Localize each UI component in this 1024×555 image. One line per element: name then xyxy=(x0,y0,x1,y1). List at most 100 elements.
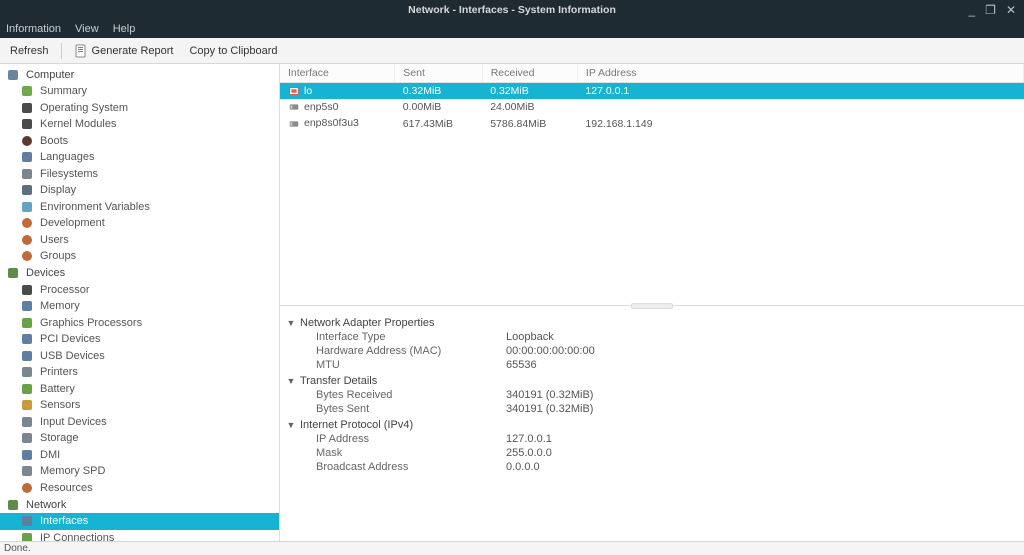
detail-key: IP Address xyxy=(316,433,506,445)
sidebar-item-label: Interfaces xyxy=(40,515,88,527)
storage-icon xyxy=(20,431,34,445)
sidebar-category-label: Network xyxy=(26,499,66,511)
detail-key: Hardware Address (MAC) xyxy=(316,345,506,357)
summary-icon xyxy=(20,84,34,98)
sidebar-category-computer[interactable]: Computer xyxy=(0,66,279,83)
menu-information[interactable]: Information xyxy=(6,23,61,35)
sidebar-item-input-devices[interactable]: Input Devices xyxy=(0,414,279,431)
env-icon xyxy=(20,200,34,214)
right-pane: Interface Sent Received IP Address lo 0.… xyxy=(280,64,1024,541)
sidebar-item-boots[interactable]: Boots xyxy=(0,133,279,150)
sidebar-item-dmi[interactable]: DMI xyxy=(0,447,279,464)
window-controls: _ ❐ ✕ xyxy=(968,4,1024,16)
groups-icon xyxy=(20,249,34,263)
cell-received: 24.00MiB xyxy=(482,99,577,115)
sidebar-item-graphics-processors[interactable]: Graphics Processors xyxy=(0,315,279,332)
sidebar-item-development[interactable]: Development xyxy=(0,215,279,232)
table-row[interactable]: enp5s0 0.00MiB 24.00MiB xyxy=(280,99,1024,115)
detail-group-title: Internet Protocol (IPv4) xyxy=(300,419,413,431)
sensors-icon xyxy=(20,398,34,412)
spd-icon xyxy=(20,464,34,478)
sidebar-item-processor[interactable]: Processor xyxy=(0,282,279,299)
sidebar-item-groups[interactable]: Groups xyxy=(0,248,279,265)
detail-row: MTU65536 xyxy=(286,358,1014,372)
sidebar-item-label: Operating System xyxy=(40,102,128,114)
minimize-button[interactable]: _ xyxy=(968,4,975,16)
sidebar-item-usb-devices[interactable]: USB Devices xyxy=(0,348,279,365)
refresh-button[interactable]: Refresh xyxy=(6,43,53,59)
ipconn-icon xyxy=(20,531,34,541)
sidebar-item-label: Battery xyxy=(40,383,75,395)
col-ip[interactable]: IP Address xyxy=(577,64,1023,83)
lang-icon xyxy=(20,150,34,164)
sidebar-item-label: Storage xyxy=(40,432,79,444)
col-sent[interactable]: Sent xyxy=(395,64,482,83)
generate-report-button[interactable]: Generate Report xyxy=(70,42,178,60)
pane-resizer[interactable] xyxy=(280,306,1024,310)
table-row[interactable]: enp8s0f3u3 617.43MiB 5786.84MiB 192.168.… xyxy=(280,115,1024,131)
sidebar-item-battery[interactable]: Battery xyxy=(0,381,279,398)
interfaces-table[interactable]: Interface Sent Received IP Address lo 0.… xyxy=(280,64,1024,132)
sidebar-item-filesystems[interactable]: Filesystems xyxy=(0,166,279,183)
sidebar-item-ip-connections[interactable]: IP Connections xyxy=(0,530,279,542)
gpu-icon xyxy=(20,316,34,330)
sidebar-item-interfaces[interactable]: Interfaces xyxy=(0,513,279,530)
detail-row: Mask255.0.0.0 xyxy=(286,446,1014,460)
sidebar-category-devices[interactable]: Devices xyxy=(0,265,279,282)
sidebar-item-resources[interactable]: Resources xyxy=(0,480,279,497)
display-icon xyxy=(20,183,34,197)
detail-group-title: Transfer Details xyxy=(300,375,377,387)
cell-sent: 617.43MiB xyxy=(395,115,482,131)
cell-interface: enp5s0 xyxy=(280,99,395,115)
menu-bar: Information View Help xyxy=(0,20,1024,38)
sidebar-item-label: Memory SPD xyxy=(40,465,105,477)
sidebar-item-printers[interactable]: Printers xyxy=(0,364,279,381)
menu-view[interactable]: View xyxy=(75,23,99,35)
kernel-icon xyxy=(20,117,34,131)
interfaces-icon xyxy=(20,514,34,528)
dev-icon xyxy=(20,216,34,230)
sidebar-item-storage[interactable]: Storage xyxy=(0,430,279,447)
detail-group-header[interactable]: ▼Network Adapter Properties xyxy=(286,316,1014,330)
window-title: Network - Interfaces - System Informatio… xyxy=(408,4,616,16)
sidebar-item-operating-system[interactable]: Operating System xyxy=(0,100,279,117)
detail-key: Interface Type xyxy=(316,331,506,343)
sidebar-item-label: USB Devices xyxy=(40,350,105,362)
status-text: Done. xyxy=(4,543,31,554)
cell-sent: 0.00MiB xyxy=(395,99,482,115)
sidebar-category-network[interactable]: Network xyxy=(0,496,279,513)
processor-icon xyxy=(20,283,34,297)
detail-key: Bytes Sent xyxy=(316,403,506,415)
sidebar-item-users[interactable]: Users xyxy=(0,232,279,249)
sidebar-item-summary[interactable]: Summary xyxy=(0,83,279,100)
menu-help[interactable]: Help xyxy=(113,23,136,35)
sidebar-item-environment-variables[interactable]: Environment Variables xyxy=(0,199,279,216)
sidebar-item-label: Processor xyxy=(40,284,90,296)
sidebar-item-sensors[interactable]: Sensors xyxy=(0,397,279,414)
col-interface[interactable]: Interface xyxy=(280,64,395,83)
sidebar-item-pci-devices[interactable]: PCI Devices xyxy=(0,331,279,348)
sidebar-item-label: Kernel Modules xyxy=(40,118,116,130)
col-received[interactable]: Received xyxy=(482,64,577,83)
sidebar-item-display[interactable]: Display xyxy=(0,182,279,199)
cell-ip xyxy=(577,99,1023,115)
generate-report-label: Generate Report xyxy=(92,45,174,57)
sidebar-item-memory[interactable]: Memory xyxy=(0,298,279,315)
sidebar-item-memory-spd[interactable]: Memory SPD xyxy=(0,463,279,480)
detail-row: IP Address127.0.0.1 xyxy=(286,432,1014,446)
close-button[interactable]: ✕ xyxy=(1006,4,1016,16)
sidebar-item-kernel-modules[interactable]: Kernel Modules xyxy=(0,116,279,133)
detail-key: Mask xyxy=(316,447,506,459)
caret-down-icon: ▼ xyxy=(286,376,296,386)
maximize-button[interactable]: ❐ xyxy=(985,4,996,16)
sidebar[interactable]: ComputerSummary Operating System Kernel Mo… xyxy=(0,64,280,541)
usb-icon xyxy=(20,349,34,363)
title-bar: Network - Interfaces - System Informatio… xyxy=(0,0,1024,20)
sidebar-category-label: Devices xyxy=(26,267,65,279)
printers-icon xyxy=(20,365,34,379)
copy-clipboard-button[interactable]: Copy to Clipboard xyxy=(185,43,281,59)
table-row[interactable]: lo 0.32MiB 0.32MiB 127.0.0.1 xyxy=(280,83,1024,100)
detail-group-header[interactable]: ▼Internet Protocol (IPv4) xyxy=(286,418,1014,432)
sidebar-item-languages[interactable]: Languages xyxy=(0,149,279,166)
detail-group-header[interactable]: ▼ Transfer Details xyxy=(286,374,1014,388)
